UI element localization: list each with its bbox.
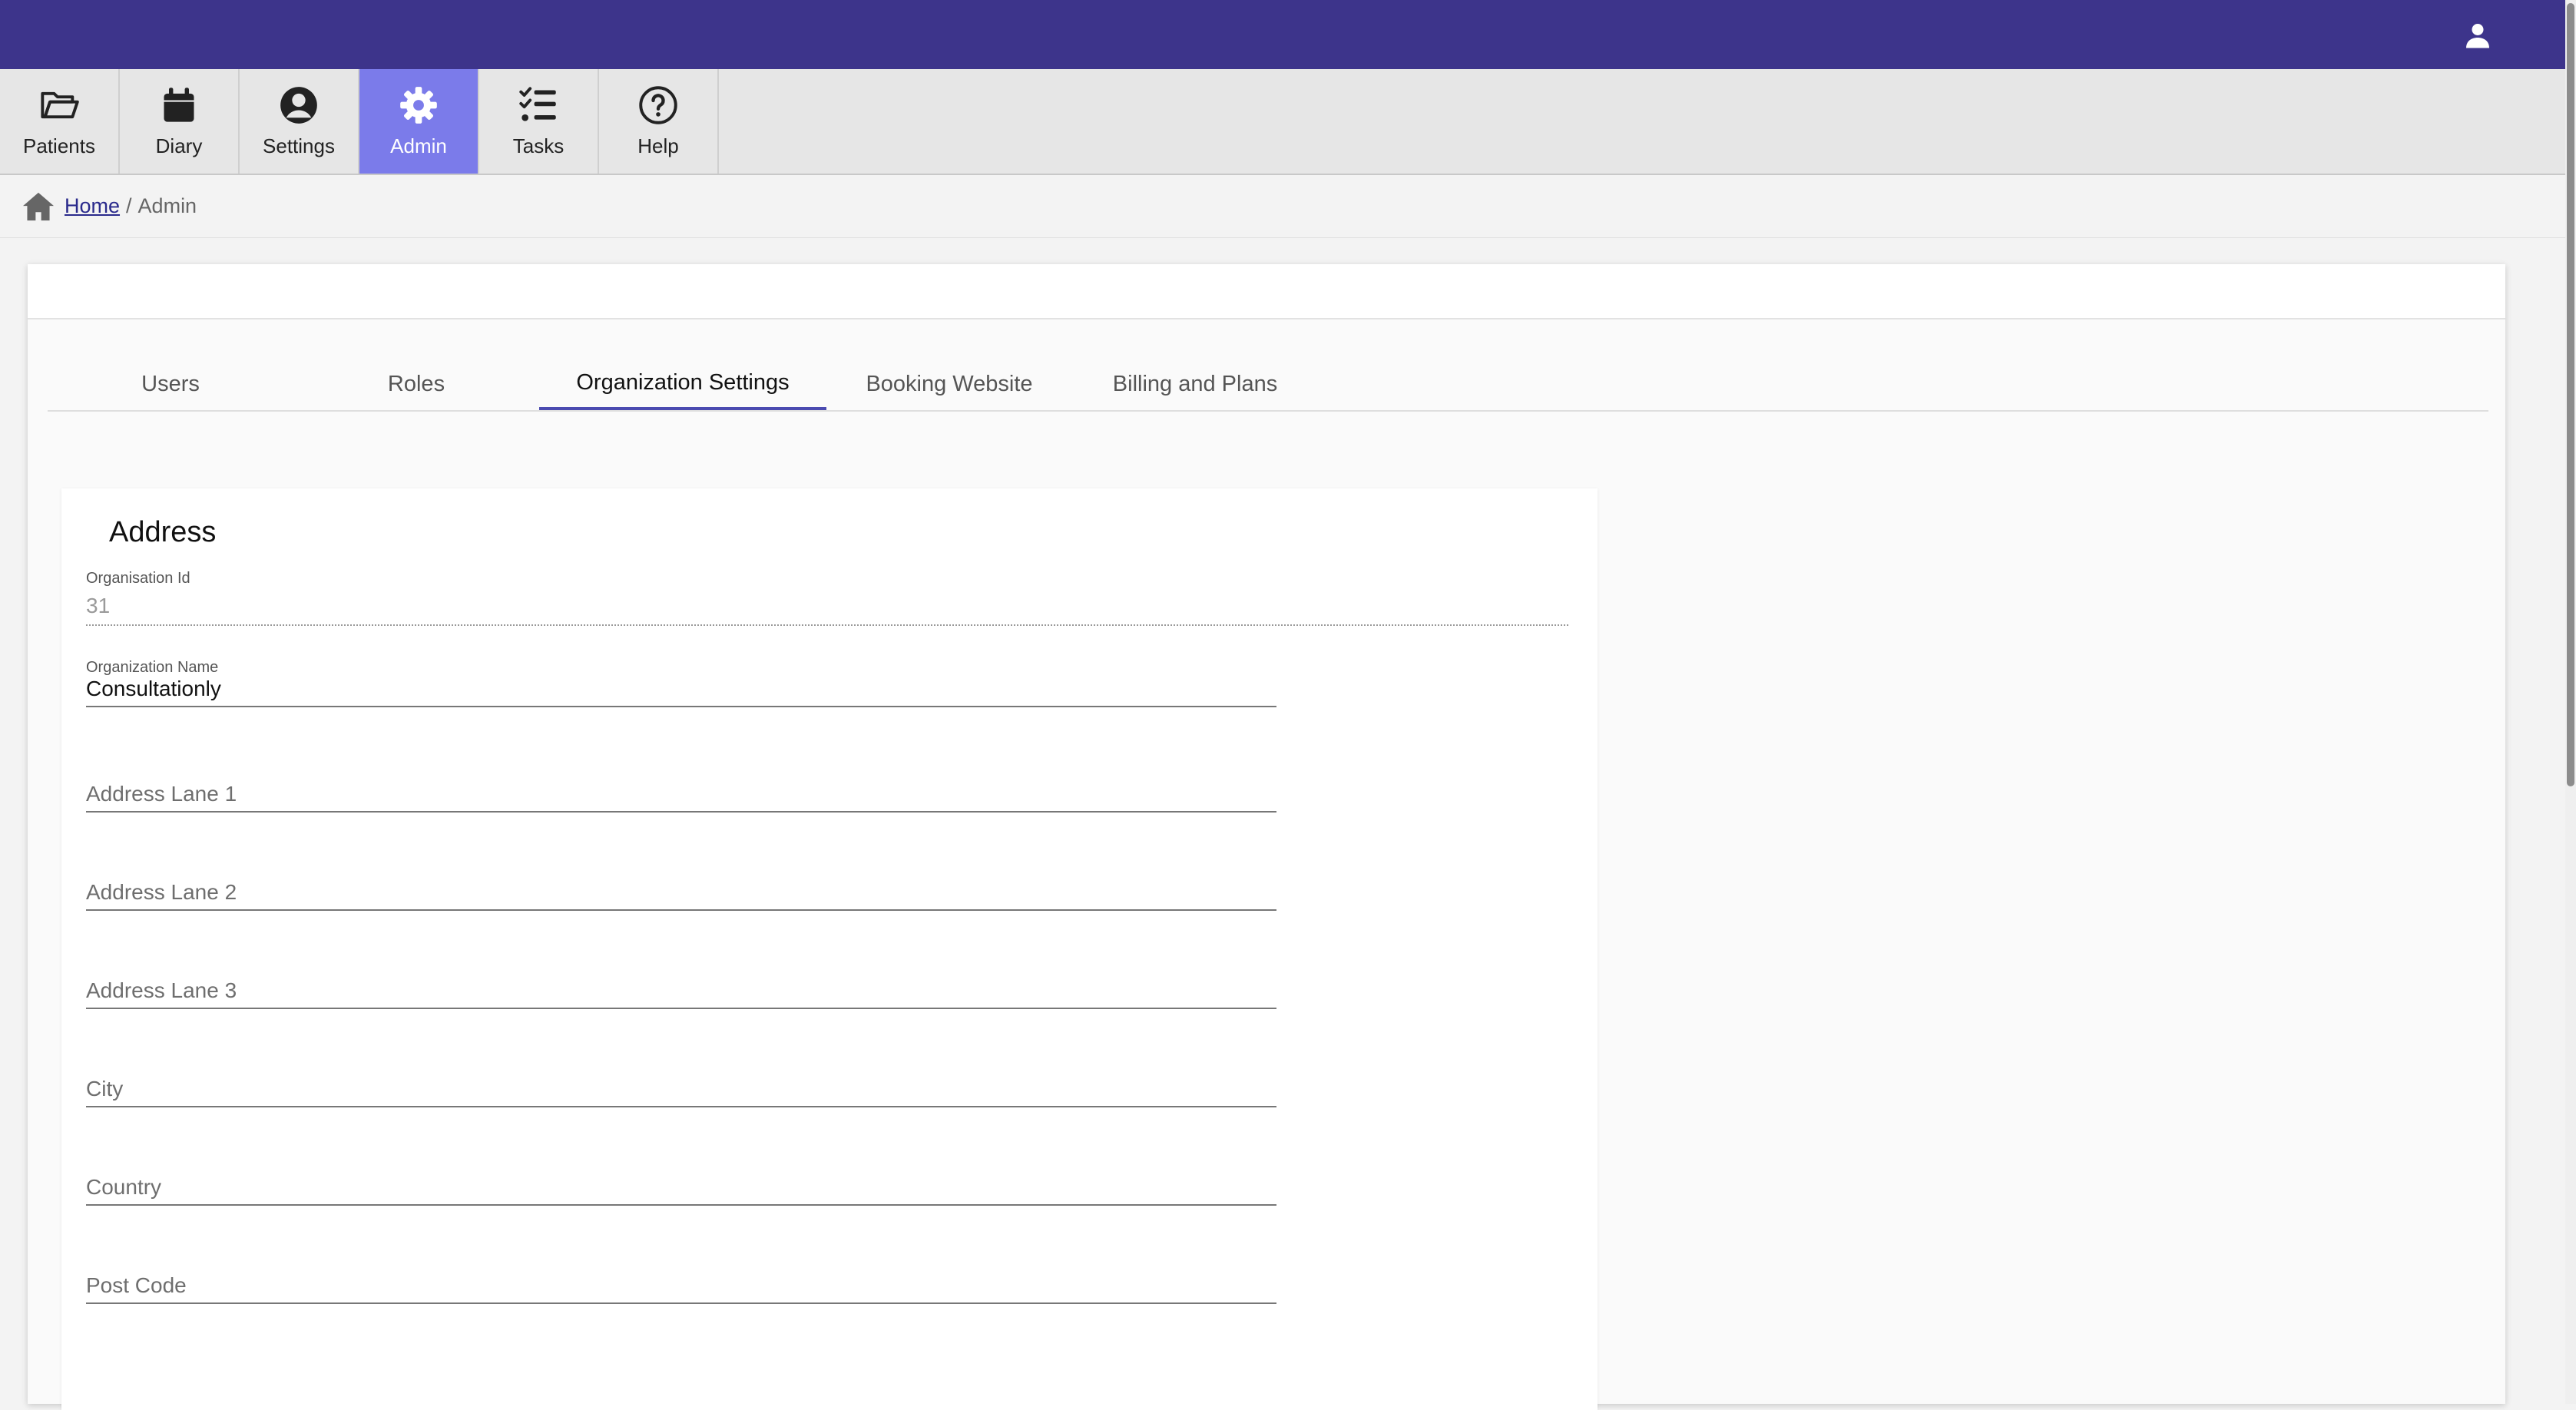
nav-item-diary[interactable]: Diary bbox=[120, 69, 240, 174]
nav-item-tasks[interactable]: Tasks bbox=[479, 69, 599, 174]
city-input[interactable] bbox=[86, 1077, 1276, 1101]
nav-label-settings: Settings bbox=[263, 134, 335, 157]
nav-label-patients: Patients bbox=[23, 134, 95, 157]
organisation-id-field: Organisation Id 31 bbox=[86, 570, 1568, 626]
address-lane-1-input[interactable] bbox=[86, 782, 1276, 806]
nav-item-patients[interactable]: Patients bbox=[0, 69, 120, 174]
tab-organization-settings[interactable]: Organization Settings bbox=[539, 358, 826, 410]
organization-name-label: Organization Name bbox=[86, 659, 219, 676]
breadcrumb: Home / Admin bbox=[0, 175, 2565, 238]
post-code-field bbox=[86, 1273, 1276, 1304]
nav-item-admin[interactable]: Admin bbox=[359, 69, 479, 174]
nav-label-tasks: Tasks bbox=[512, 134, 565, 157]
scrollbar-thumb[interactable] bbox=[2567, 3, 2574, 786]
tab-users[interactable]: Users bbox=[48, 358, 293, 410]
calendar-icon bbox=[164, 87, 194, 122]
address-lane-2-input[interactable] bbox=[86, 880, 1276, 905]
nav-item-settings[interactable]: Settings bbox=[240, 69, 359, 174]
breadcrumb-separator: / bbox=[126, 194, 132, 217]
top-bar bbox=[0, 0, 2576, 69]
organization-name-field: Organization Name bbox=[86, 659, 1276, 707]
tab-roles[interactable]: Roles bbox=[293, 358, 539, 410]
address-title: Address bbox=[109, 516, 217, 548]
city-field bbox=[86, 1077, 1276, 1107]
tab-billing-and-plans[interactable]: Billing and Plans bbox=[1072, 358, 1318, 410]
folder-open-icon bbox=[41, 91, 79, 118]
address-lane-2-field bbox=[86, 880, 1276, 911]
organisation-id-value: 31 bbox=[86, 594, 111, 617]
address-lane-3-input[interactable] bbox=[86, 978, 1276, 1003]
nav-item-help[interactable]: Help bbox=[599, 69, 719, 174]
home-icon bbox=[23, 192, 54, 220]
main-nav: Patients Diary Settings Admin Tasks Help bbox=[0, 69, 2565, 175]
address-lane-1-field bbox=[86, 782, 1276, 813]
organization-name-input[interactable] bbox=[86, 677, 1276, 701]
page-scrollbar[interactable] bbox=[2565, 0, 2576, 1404]
nav-label-help: Help bbox=[637, 134, 679, 157]
address-lane-3-field bbox=[86, 978, 1276, 1009]
admin-card: Users Roles Organization Settings Bookin… bbox=[28, 264, 2505, 1410]
address-panel: Address Organisation Id 31 Organization … bbox=[61, 488, 1598, 1410]
user-circle-icon bbox=[280, 86, 317, 124]
nav-label-diary: Diary bbox=[155, 134, 203, 157]
card-header bbox=[28, 264, 2505, 319]
nav-label-admin: Admin bbox=[390, 134, 447, 157]
tab-booking-website[interactable]: Booking Website bbox=[826, 358, 1072, 410]
list-check-icon bbox=[519, 86, 556, 121]
organisation-id-label: Organisation Id bbox=[86, 570, 190, 587]
country-field bbox=[86, 1175, 1276, 1206]
post-code-input[interactable] bbox=[86, 1273, 1276, 1298]
gear-icon bbox=[400, 86, 437, 124]
country-input[interactable] bbox=[86, 1175, 1276, 1200]
breadcrumb-home-link[interactable]: Home bbox=[65, 194, 120, 218]
breadcrumb-current: Admin bbox=[137, 194, 197, 217]
user-icon[interactable] bbox=[2464, 22, 2492, 49]
question-circle-icon bbox=[639, 85, 677, 124]
admin-tabs: Users Roles Organization Settings Bookin… bbox=[48, 358, 2488, 412]
